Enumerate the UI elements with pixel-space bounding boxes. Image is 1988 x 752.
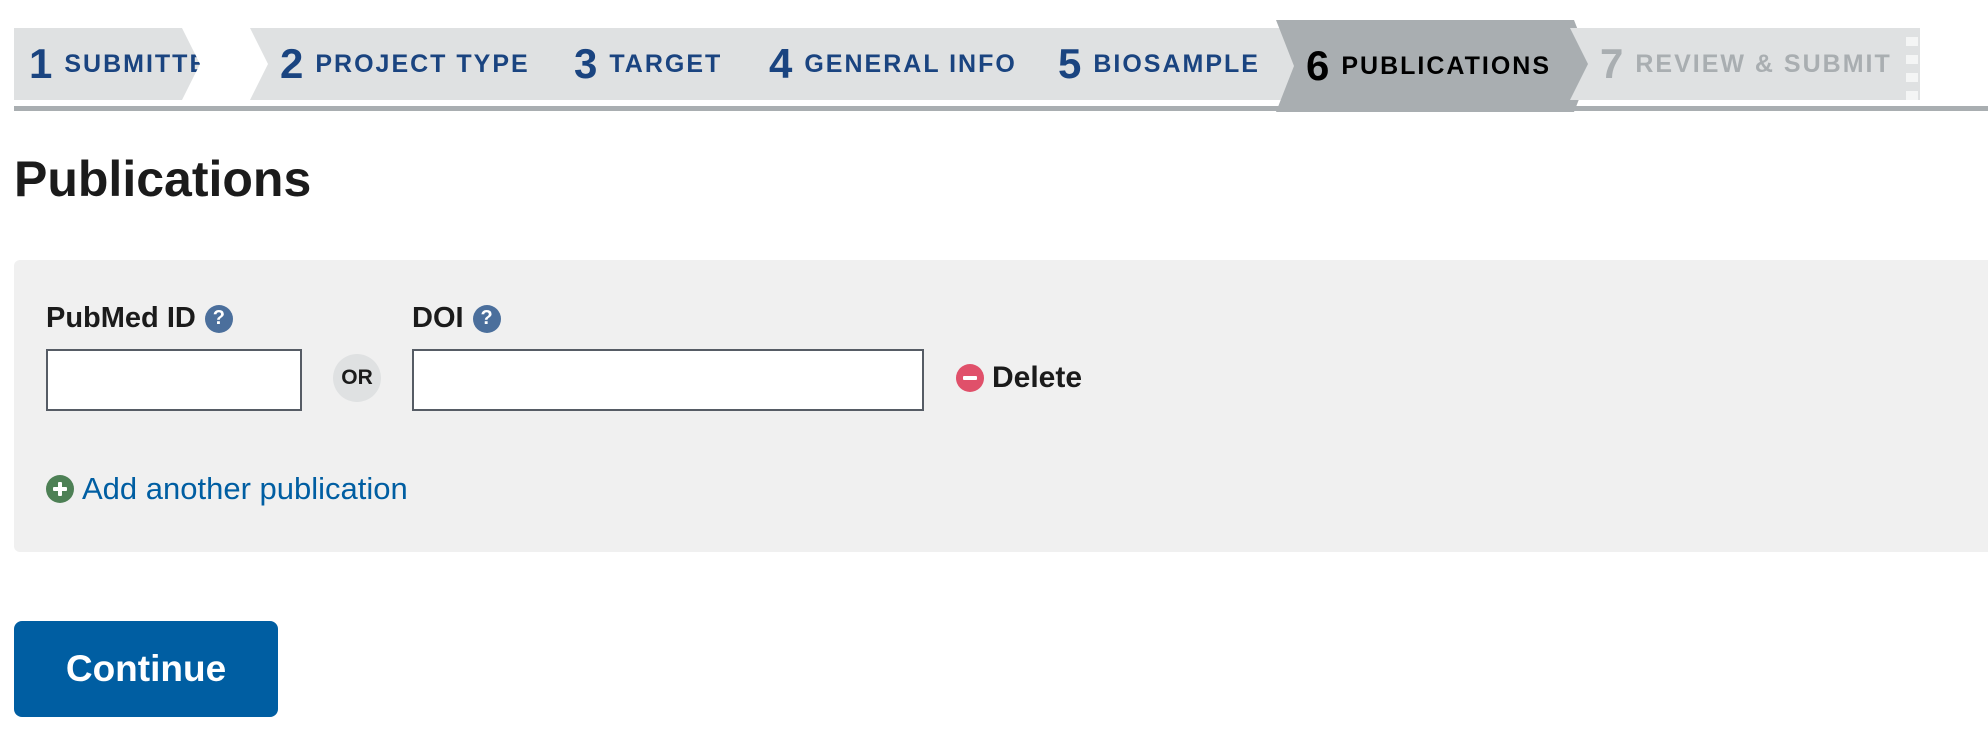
step-publications[interactable]: 6 PUBLICATIONS — [1276, 20, 1592, 112]
step-number: 1 — [29, 40, 53, 87]
step-label: GENERAL INFO — [804, 49, 1017, 78]
step-number: 6 — [1306, 42, 1330, 89]
step-biosample[interactable]: 5 BIOSAMPLE — [1028, 28, 1307, 100]
step-indicator-fade — [1906, 28, 1918, 100]
step-number: 5 — [1058, 40, 1082, 87]
doi-input[interactable] — [412, 349, 924, 411]
delete-publication-button[interactable]: Delete — [956, 361, 1082, 395]
pubmed-id-label-text: PubMed ID — [46, 302, 196, 334]
step-target[interactable]: 3 TARGET — [544, 28, 764, 100]
step-label: REVIEW & SUBMIT — [1635, 49, 1892, 78]
pubmed-id-label: PubMed ID ? — [46, 302, 233, 335]
step-label: PROJECT TYPE — [315, 49, 530, 78]
step-project-type[interactable]: 2 PROJECT TYPE — [250, 28, 565, 100]
page-title: Publications — [14, 151, 312, 207]
minus-circle-icon — [956, 364, 984, 392]
step-indicator: 1 SUBMITTER 2 PROJECT TYPE 3 TARGET 4 GE… — [14, 20, 1988, 112]
add-publication-link[interactable]: Add another publication — [46, 471, 408, 507]
doi-label: DOI ? — [412, 302, 501, 335]
plus-circle-icon — [46, 475, 74, 503]
continue-button[interactable]: Continue — [14, 621, 278, 717]
step-number: 7 — [1600, 40, 1624, 87]
step-general-info[interactable]: 4 GENERAL INFO — [739, 28, 1052, 100]
step-label: SUBMITTER — [64, 49, 229, 78]
help-icon[interactable]: ? — [204, 304, 233, 333]
help-icon[interactable]: ? — [472, 304, 501, 333]
step-number: 3 — [574, 40, 598, 87]
delete-label: Delete — [992, 361, 1083, 394]
pubmed-id-input[interactable] — [46, 349, 302, 411]
step-number: 4 — [769, 40, 793, 87]
step-label: BIOSAMPLE — [1093, 49, 1260, 78]
step-number: 2 — [280, 40, 304, 87]
add-publication-label: Add another publication — [82, 471, 408, 506]
step-label: PUBLICATIONS — [1341, 51, 1552, 80]
or-badge: OR — [333, 354, 381, 402]
step-review-submit: 7 REVIEW & SUBMIT — [1570, 28, 1920, 100]
step-submitter[interactable]: 1 SUBMITTER — [14, 28, 200, 100]
doi-label-text: DOI — [412, 302, 464, 334]
step-label: TARGET — [609, 49, 723, 78]
publication-panel: PubMed ID ? OR DOI ? Delete Add another … — [14, 260, 1988, 552]
step-indicator-baseline — [14, 106, 1988, 111]
